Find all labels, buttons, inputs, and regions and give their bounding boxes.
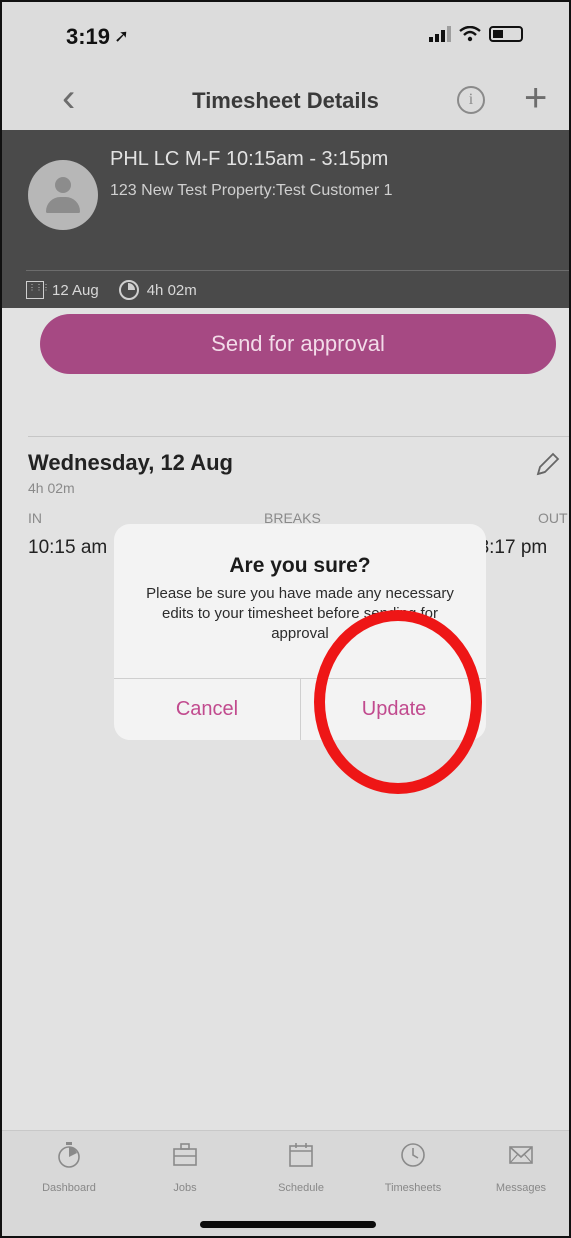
stopwatch-icon xyxy=(58,1142,80,1168)
day-heading: Wednesday, 12 Aug xyxy=(28,450,233,475)
tab-messages[interactable]: Messages xyxy=(466,1141,569,1194)
home-indicator[interactable] xyxy=(200,1221,376,1228)
dialog-title: Are you sure? xyxy=(229,554,371,577)
phone-screen: 3:19 ➚ ‹ Timesheet Details i + PHL LC M-… xyxy=(0,0,571,1238)
cancel-button[interactable]: Cancel xyxy=(114,678,300,740)
in-time: 10:15 am xyxy=(28,537,108,558)
status-time: 3:19 xyxy=(66,24,111,49)
job-subtitle: 123 New Test Property:Test Customer 1 xyxy=(110,182,393,199)
tab-label: Dashboard xyxy=(42,1182,96,1194)
tab-label: Jobs xyxy=(173,1182,197,1194)
job-meta: 12 Aug 4h 02m xyxy=(26,280,197,300)
signal-icon xyxy=(429,26,451,42)
wifi-icon xyxy=(459,26,481,42)
info-icon[interactable]: i xyxy=(457,86,485,114)
tab-timesheets[interactable]: Timesheets xyxy=(358,1141,468,1194)
job-title: PHL LC M-F 10:15am - 3:15pm xyxy=(110,148,389,170)
job-duration: 4h 02m xyxy=(146,281,197,299)
in-label: IN xyxy=(28,510,42,526)
tab-dashboard[interactable]: Dashboard xyxy=(14,1141,124,1194)
tab-label: Schedule xyxy=(278,1182,324,1194)
status-bar: 3:19 ➚ xyxy=(2,2,569,70)
add-icon[interactable]: + xyxy=(524,76,547,121)
out-label: OUT xyxy=(538,510,568,526)
tab-schedule[interactable]: Schedule xyxy=(246,1141,356,1194)
tab-label: Timesheets xyxy=(384,1182,442,1194)
envelope-icon xyxy=(509,1146,533,1164)
job-header: PHL LC M-F 10:15am - 3:15pm 123 New Test… xyxy=(2,130,569,308)
tab-jobs[interactable]: Jobs xyxy=(130,1141,240,1194)
briefcase-icon xyxy=(173,1143,197,1166)
send-for-approval-button[interactable]: Send for approval xyxy=(40,314,556,374)
location-arrow-icon: ➚ xyxy=(114,26,130,46)
clock-icon xyxy=(401,1143,425,1167)
job-date: 12 Aug xyxy=(52,281,99,299)
edit-pencil-icon[interactable] xyxy=(532,450,562,480)
stopwatch-icon xyxy=(118,280,139,300)
avatar xyxy=(28,160,98,230)
header-divider xyxy=(26,270,569,271)
tab-label: Messages xyxy=(495,1182,547,1194)
battery-icon xyxy=(489,26,523,42)
highlight-circle xyxy=(314,610,482,794)
navigation-bar: ‹ Timesheet Details i + xyxy=(2,70,569,130)
day-hours: 4h 02m xyxy=(28,480,75,496)
status-indicators xyxy=(429,26,523,42)
calendar-icon xyxy=(26,281,49,299)
section-divider xyxy=(28,436,569,437)
calendar-icon xyxy=(289,1143,313,1167)
